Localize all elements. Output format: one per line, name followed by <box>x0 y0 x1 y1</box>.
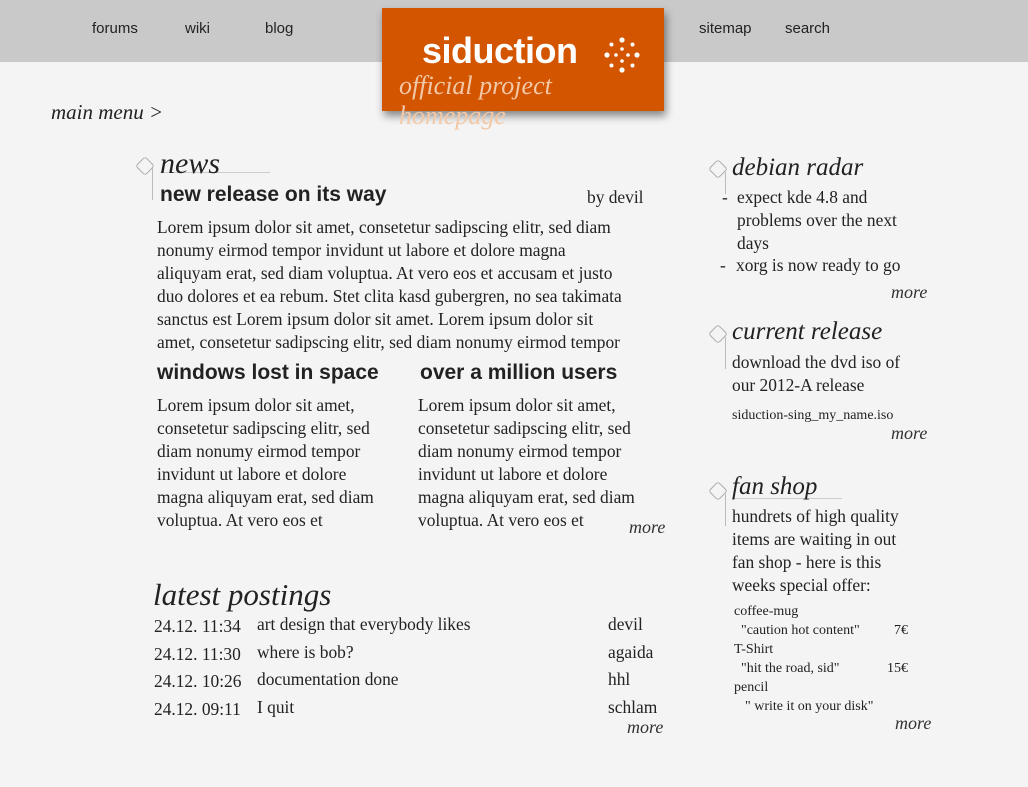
offer-item-price: 15€ <box>887 661 908 676</box>
article-body-windows: Lorem ipsum dolor sit amet, consetetur s… <box>157 395 374 530</box>
posting-title[interactable]: I quit <box>257 697 294 718</box>
posting-date: 24.12. 11:30 <box>154 644 241 664</box>
radar-section-title: debian radar <box>732 154 864 181</box>
radar-bullet: - <box>722 187 728 207</box>
shop-section-title: fan shop <box>732 473 818 500</box>
site-logo[interactable]: siduction official project homepage <box>382 8 664 130</box>
radar-more-link[interactable]: more <box>891 282 927 303</box>
offer-item-desc: " write it on your disk" <box>745 699 874 714</box>
shop-more-link[interactable]: more <box>895 713 931 734</box>
section-divider <box>152 168 153 200</box>
offer-item-desc: "caution hot content" <box>741 623 860 638</box>
nav-forums-link[interactable]: forums <box>92 20 138 37</box>
posting-date: 24.12. 10:26 <box>154 671 242 691</box>
nav-wiki-link[interactable]: wiki <box>185 20 210 37</box>
offer-item-name[interactable]: pencil <box>734 680 768 696</box>
offer-item-name[interactable]: T-Shirt <box>734 642 773 658</box>
posting-author: agaida <box>608 642 654 662</box>
section-divider <box>725 337 726 369</box>
nav-blog-link[interactable]: blog <box>265 20 293 37</box>
posting-date: 24.12. 09:11 <box>154 699 241 719</box>
logo-wordmark: siduction <box>422 30 578 71</box>
posting-author: schlam <box>608 697 658 717</box>
postings-section-title: latest postings <box>153 577 332 612</box>
shop-description: hundrets of high quality items are waiti… <box>732 506 899 595</box>
article-headline-users[interactable]: over a million users <box>420 361 617 385</box>
postings-more-link[interactable]: more <box>627 717 663 738</box>
nav-search-link[interactable]: search <box>785 20 830 37</box>
radar-bullet: - <box>720 255 726 275</box>
offer-item-name[interactable]: coffee-mug <box>734 604 798 620</box>
logo-dots-icon <box>604 37 640 73</box>
section-divider <box>725 494 726 526</box>
logo-subtitle: official project homepage <box>399 71 552 130</box>
news-more-link[interactable]: more <box>629 517 665 538</box>
lead-article-body: Lorem ipsum dolor sit amet, consetetur s… <box>157 217 622 352</box>
release-more-link[interactable]: more <box>891 423 927 444</box>
posting-date: 24.12. 11:34 <box>154 616 241 636</box>
nav-sitemap-link[interactable]: sitemap <box>699 20 752 37</box>
news-section-title: news <box>160 147 220 180</box>
shop-offers: coffee-mug "caution hot content" 7€ T-Sh… <box>734 604 924 724</box>
offer-item-price: 7€ <box>894 623 908 638</box>
posting-author: hhl <box>608 669 631 689</box>
posting-title[interactable]: documentation done <box>257 669 399 690</box>
release-description: download the dvd iso of our 2012-A relea… <box>732 352 901 395</box>
release-section-title: current release <box>732 318 883 345</box>
release-iso-link[interactable]: siduction-sing_my_name.iso <box>732 408 893 424</box>
posting-title[interactable]: where is bob? <box>257 642 354 663</box>
lead-article-author: by devil <box>587 187 644 207</box>
article-headline-windows[interactable]: windows lost in space <box>157 361 379 385</box>
posting-title[interactable]: art design that everybody likes <box>257 614 470 635</box>
main-menu-toggle[interactable]: main menu > <box>51 100 163 125</box>
article-body-users: Lorem ipsum dolor sit amet, consetetur s… <box>418 395 635 530</box>
offer-item-desc: "hit the road, sid" <box>741 661 840 676</box>
lead-article-headline[interactable]: new release on its way <box>160 183 386 207</box>
posting-author: devil <box>608 614 643 634</box>
